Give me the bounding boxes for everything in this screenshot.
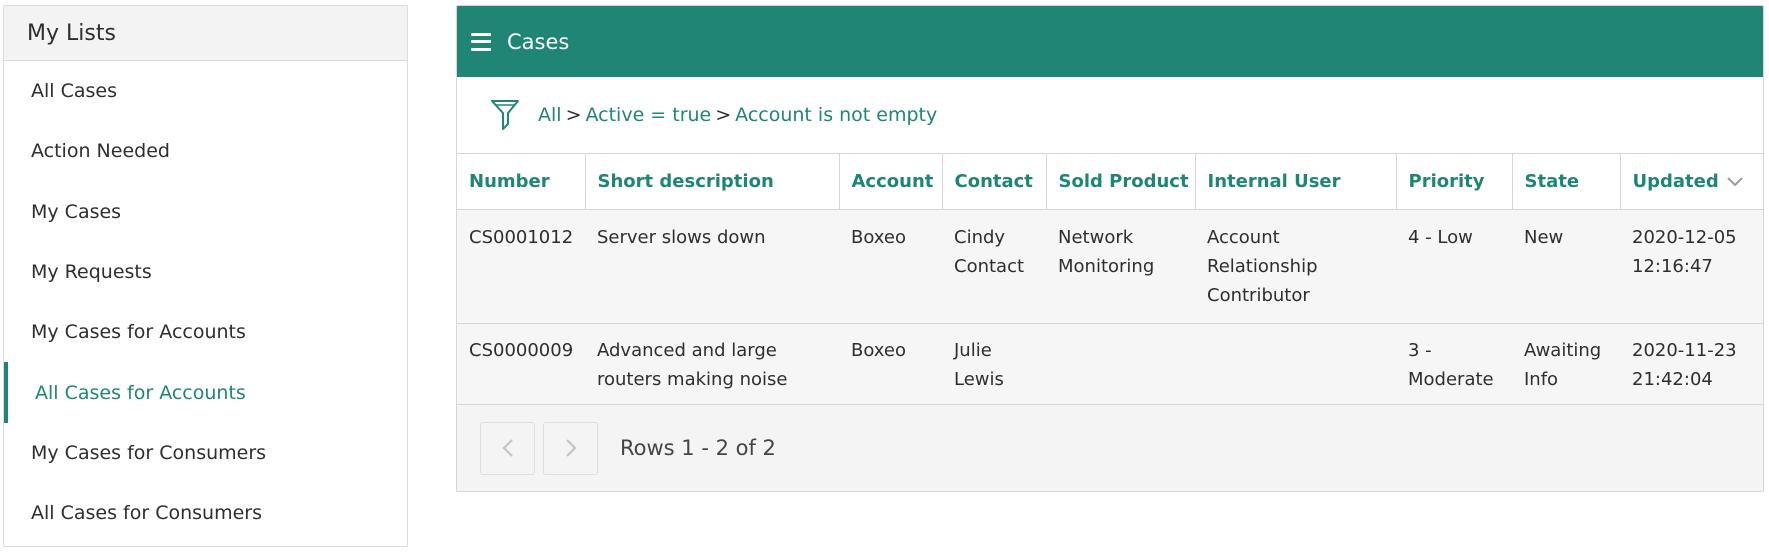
column-header-priority[interactable]: Priority [1396, 153, 1513, 210]
cell-sold-product: Network Monitoring [1046, 209, 1195, 324]
sidebar-item-all-cases[interactable]: All Cases [4, 61, 407, 121]
sidebar-list: All Cases Action Needed My Cases My Requ… [4, 61, 407, 543]
sidebar-title: My Lists [4, 6, 407, 61]
breadcrumb-account-condition[interactable]: Account is not empty [735, 104, 937, 126]
column-header-state[interactable]: State [1512, 153, 1621, 210]
cell-contact: Julie Lewis [942, 323, 1046, 405]
breadcrumb-separator: > [715, 104, 732, 126]
cell-priority: 3 - Moderate [1396, 323, 1512, 405]
column-header-updated-label: Updated [1632, 171, 1719, 192]
column-header-internal-user[interactable]: Internal User [1195, 153, 1397, 210]
sort-down-icon[interactable] [1727, 177, 1743, 187]
cell-priority: 4 - Low [1396, 209, 1512, 324]
cell-state: New [1512, 209, 1620, 324]
cell-number[interactable]: CS0001012 [457, 209, 585, 324]
breadcrumb-active-condition[interactable]: Active = true [585, 104, 711, 126]
sidebar-item-all-cases-for-accounts[interactable]: All Cases for Accounts [4, 362, 407, 423]
cell-internal-user: Account Relationship Contributor [1195, 209, 1396, 324]
column-header-short-description[interactable]: Short description [585, 153, 840, 210]
cell-internal-user [1195, 323, 1396, 405]
column-header-updated[interactable]: Updated [1620, 153, 1763, 210]
sidebar-item-my-cases-for-accounts[interactable]: My Cases for Accounts [4, 302, 407, 362]
panel-header: Cases [457, 6, 1763, 77]
sidebar-item-my-cases-for-consumers[interactable]: My Cases for Consumers [4, 423, 407, 483]
cell-updated: 2020-11-23 21:42:04 [1620, 323, 1763, 405]
column-header-sold-product[interactable]: Sold Product [1046, 153, 1196, 210]
sidebar-item-my-requests[interactable]: My Requests [4, 242, 407, 302]
filter-icon[interactable] [490, 98, 520, 132]
column-header-number[interactable]: Number [457, 153, 586, 210]
previous-page-button[interactable] [480, 421, 535, 475]
filter-breadcrumb: All > Active = true > Account is not emp… [457, 77, 1763, 153]
cell-updated: 2020-12-05 12:16:47 [1620, 209, 1763, 324]
cell-account: Boxeo [839, 209, 942, 324]
column-header-contact[interactable]: Contact [942, 153, 1047, 210]
cases-table: Number Short description Account Contact… [457, 153, 1763, 405]
chevron-left-icon [501, 439, 513, 457]
table-row[interactable]: CS0000009 Advanced and large routers mak… [457, 323, 1763, 405]
rows-count-label: Rows 1 - 2 of 2 [620, 436, 776, 460]
my-lists-sidebar: My Lists All Cases Action Needed My Case… [3, 5, 408, 547]
breadcrumb-all[interactable]: All [538, 104, 562, 126]
sidebar-item-action-needed[interactable]: Action Needed [4, 121, 407, 181]
cell-number[interactable]: CS0000009 [457, 323, 585, 405]
pagination-bar: Rows 1 - 2 of 2 [457, 405, 1763, 491]
cell-contact: Cindy Contact [942, 209, 1046, 324]
sidebar-item-my-cases[interactable]: My Cases [4, 182, 407, 242]
cell-sold-product [1046, 323, 1195, 405]
next-page-button[interactable] [543, 421, 598, 475]
table-row[interactable]: CS0001012 Server slows down Boxeo Cindy … [457, 209, 1763, 324]
cell-state: Awaiting Info [1512, 323, 1620, 405]
column-header-account[interactable]: Account [839, 153, 943, 210]
breadcrumb-separator: > [565, 104, 582, 126]
hamburger-icon[interactable] [471, 32, 491, 51]
table-header-row: Number Short description Account Contact… [457, 153, 1763, 210]
cases-panel: Cases All > Active = true > Account is n… [456, 5, 1764, 492]
panel-title: Cases [507, 29, 570, 54]
cell-short-description: Server slows down [585, 209, 839, 324]
chevron-right-icon [565, 439, 577, 457]
cell-short-description: Advanced and large routers making noise [585, 323, 839, 405]
cell-account: Boxeo [839, 323, 942, 405]
sidebar-item-all-cases-for-consumers[interactable]: All Cases for Consumers [4, 483, 407, 543]
